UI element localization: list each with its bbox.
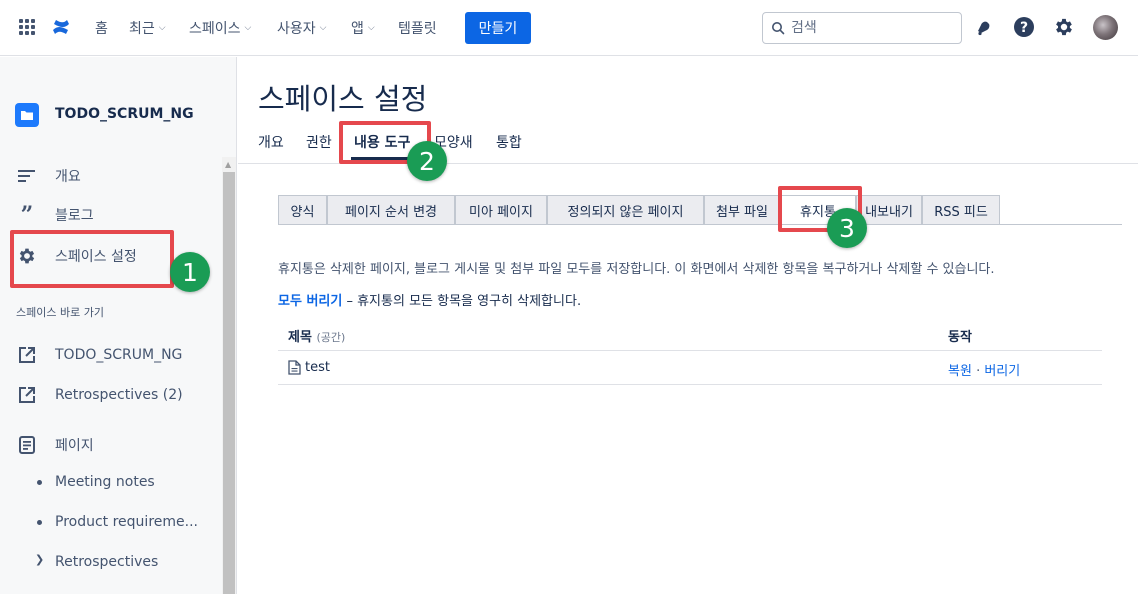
create-button[interactable]: 만들기 — [465, 12, 531, 44]
bullet-icon — [37, 480, 42, 485]
column-title-sublabel: (공간) — [316, 331, 346, 344]
notifications-bell-icon[interactable] — [972, 15, 996, 39]
annotation-badge-1: 1 — [170, 252, 210, 292]
sidebar-item-label: 블로그 — [55, 208, 94, 224]
trash-item-title: test — [305, 360, 330, 375]
document-icon — [16, 434, 38, 456]
page-item-retrospectives[interactable]: ❯ Retrospectives — [0, 546, 222, 578]
page-item-product-requirements[interactable]: Product requireme... — [0, 506, 222, 538]
nav-people-label: 사용자 — [277, 21, 316, 37]
tab-overview[interactable]: 개요 — [258, 132, 284, 152]
scrollbar-thumb[interactable] — [223, 172, 235, 594]
nav-apps[interactable]: 앱 ⌵ — [351, 18, 375, 38]
sidebar: TODO_SCRUM_NG 개요 ” 블로그 스페이스 설정 스페이스 바로 가… — [0, 57, 237, 594]
shortcut-retrospectives[interactable]: Retrospectives (2) — [0, 379, 222, 411]
tab-integrations[interactable]: 통합 — [496, 132, 522, 152]
sidebar-scrollbar[interactable]: ▲ — [222, 157, 236, 594]
top-navigation: 홈 최근⌵ 스페이스⌵ 사용자⌵ 앱⌵ 템플릿 만들기 ? — [0, 0, 1138, 56]
subtabs-baseline — [278, 224, 1122, 225]
subtab-attachments[interactable]: 첨부 파일 — [704, 195, 780, 225]
purge-link[interactable]: 버리기 — [984, 364, 1020, 379]
page-item-label: Retrospectives — [55, 554, 159, 570]
nav-spaces-label: 스페이스 — [189, 21, 241, 37]
table-row: test — [288, 360, 330, 375]
nav-people[interactable]: 사용자 ⌵ — [277, 18, 326, 38]
row-divider — [278, 384, 1102, 385]
nav-spaces[interactable]: 스페이스 ⌵ — [189, 18, 251, 38]
nav-home-label: 홈 — [95, 21, 108, 37]
action-separator: · — [976, 364, 981, 379]
sidebar-item-overview[interactable]: 개요 — [0, 160, 222, 192]
trash-description: 휴지통은 삭제한 페이지, 블로그 게시물 및 첨부 파일 모두를 저장합니다.… — [278, 262, 995, 277]
subtab-templates[interactable]: 양식 — [278, 195, 327, 225]
quote-icon: ” — [20, 202, 34, 228]
external-link-icon — [16, 384, 38, 406]
help-icon[interactable]: ? — [1012, 15, 1036, 39]
purge-all-description: – 휴지통의 모든 항목을 영구히 삭제합니다. — [342, 294, 582, 309]
restore-link[interactable]: 복원 — [948, 364, 972, 379]
page-document-icon — [288, 360, 301, 375]
page-item-label: Meeting notes — [55, 474, 155, 490]
chevron-down-icon: ⌵ — [367, 23, 375, 33]
lines-icon — [16, 165, 38, 187]
sidebar-item-blog[interactable]: ” 블로그 — [0, 199, 222, 231]
confluence-logo-icon[interactable] — [51, 16, 71, 38]
nav-recent[interactable]: 최근 ⌵ — [129, 18, 166, 38]
nav-templates[interactable]: 템플릿 — [398, 18, 437, 38]
nav-templates-label: 템플릿 — [398, 21, 437, 37]
annotation-badge-3: 3 — [827, 208, 867, 248]
shortcuts-heading: 스페이스 바로 가기 — [16, 306, 104, 319]
settings-gear-icon[interactable] — [1052, 15, 1076, 39]
shortcut-label: TODO_SCRUM_NG — [55, 347, 183, 363]
scroll-up-arrow-icon[interactable]: ▲ — [225, 160, 231, 169]
page-title: 스페이스 설정 — [258, 82, 428, 116]
page-item-label: Product requireme... — [55, 514, 198, 530]
purge-all-link[interactable]: 모두 버리기 — [278, 294, 342, 309]
search-box[interactable] — [762, 12, 962, 44]
chevron-down-icon: ⌵ — [158, 23, 166, 33]
chevron-right-icon[interactable]: ❯ — [35, 553, 44, 566]
column-header-action: 동작 — [948, 330, 972, 345]
bullet-icon — [37, 520, 42, 525]
page-item-meeting-notes[interactable]: Meeting notes — [0, 466, 222, 498]
column-header-title: 제목 (공간) — [288, 326, 345, 345]
app-switcher-icon[interactable] — [19, 19, 35, 35]
space-name[interactable]: TODO_SCRUM_NG — [55, 106, 194, 122]
sidebar-item-label: 페이지 — [55, 438, 94, 454]
subtab-orphaned-pages[interactable]: 미아 페이지 — [455, 195, 547, 225]
space-folder-icon — [15, 103, 39, 127]
search-icon — [772, 22, 785, 35]
nav-apps-label: 앱 — [351, 21, 364, 37]
sidebar-item-pages[interactable]: 페이지 — [0, 429, 222, 461]
shortcut-label: Retrospectives (2) — [55, 387, 183, 403]
subtab-undefined-pages[interactable]: 정의되지 않은 페이지 — [547, 195, 704, 225]
subtab-rss-feeds[interactable]: RSS 피드 — [922, 195, 1000, 225]
external-link-icon — [16, 344, 38, 366]
chevron-down-icon: ⌵ — [244, 23, 252, 33]
tab-permissions[interactable]: 권한 — [306, 132, 332, 152]
column-title-label: 제목 — [288, 330, 312, 345]
shortcut-todo-scrum[interactable]: TODO_SCRUM_NG — [0, 339, 222, 371]
annotation-box-space-settings — [10, 230, 174, 288]
header-divider — [278, 350, 1102, 351]
chevron-down-icon: ⌵ — [319, 23, 327, 33]
user-avatar[interactable] — [1093, 15, 1118, 40]
nav-home[interactable]: 홈 — [95, 18, 108, 38]
row-actions: 복원 · 버리기 — [948, 360, 1020, 379]
purge-all-row: 모두 버리기 – 휴지통의 모든 항목을 영구히 삭제합니다. — [278, 290, 581, 309]
subtab-reorder-pages[interactable]: 페이지 순서 변경 — [327, 195, 455, 225]
nav-recent-label: 최근 — [129, 21, 155, 37]
sidebar-item-label: 개요 — [55, 169, 81, 185]
svg-text:?: ? — [1020, 20, 1028, 36]
annotation-badge-2: 2 — [407, 141, 447, 181]
search-input[interactable] — [791, 20, 951, 36]
